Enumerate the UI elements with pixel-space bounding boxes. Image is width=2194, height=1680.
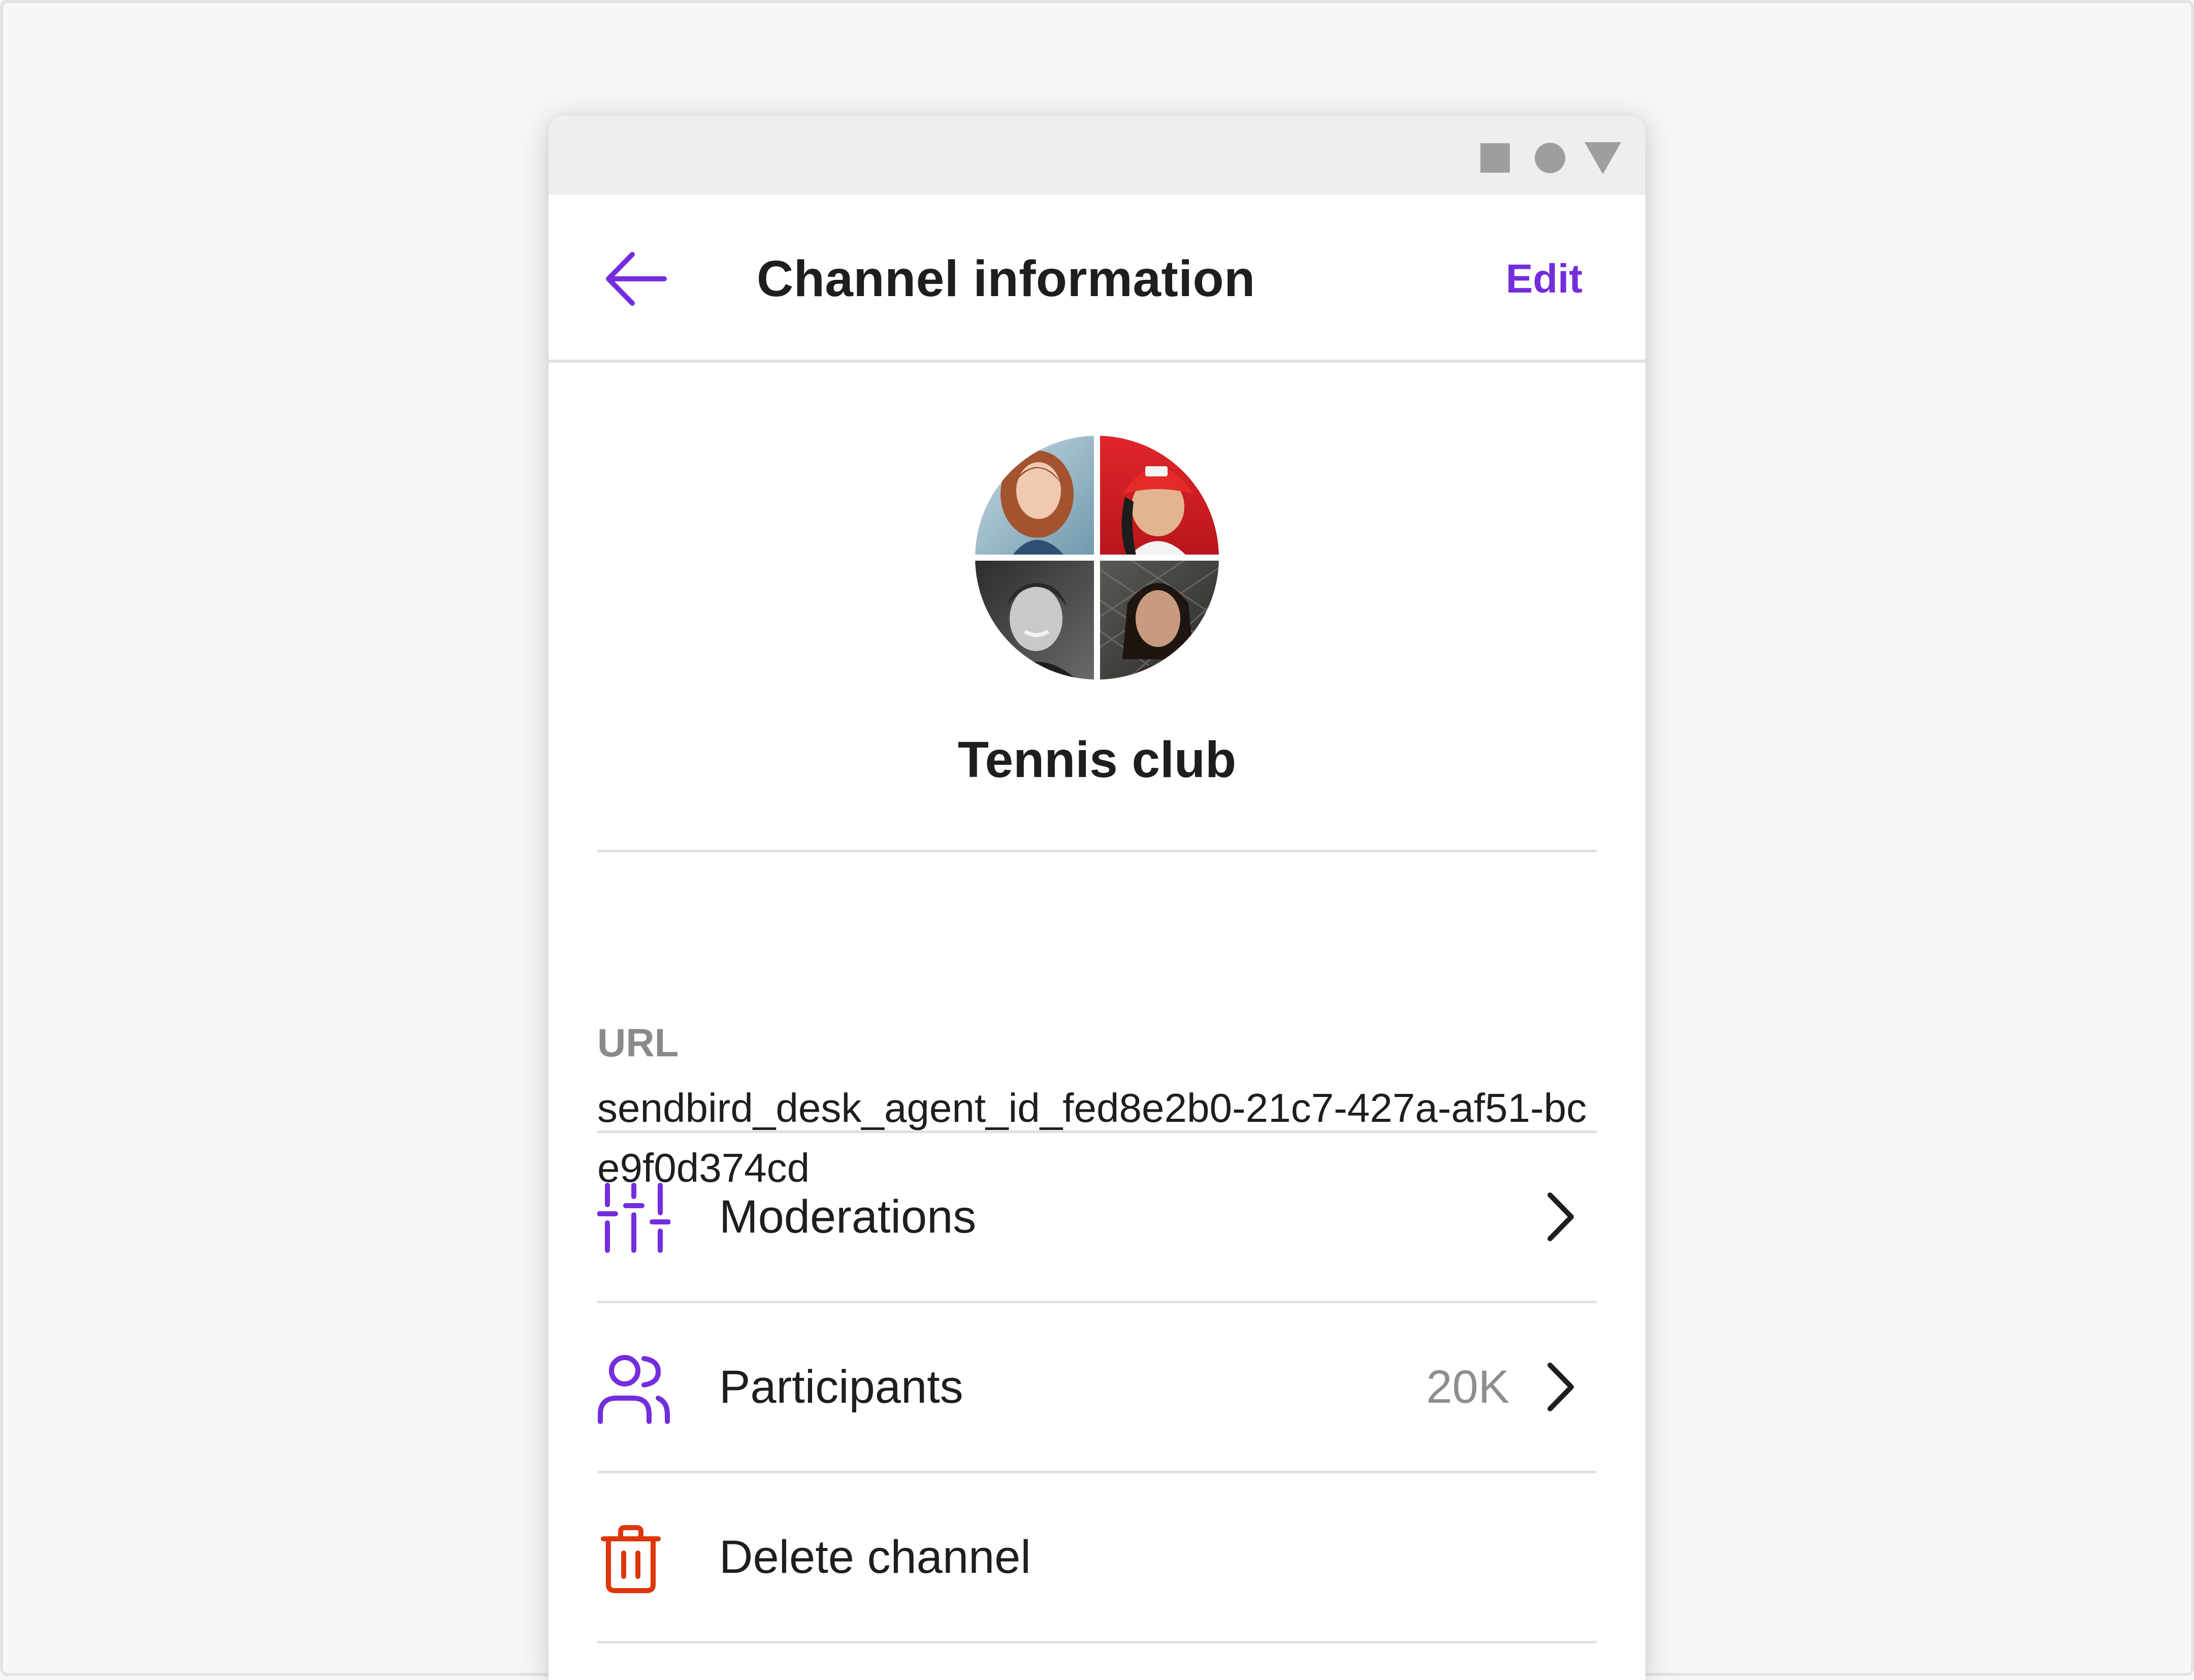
edit-button[interactable]: Edit [1506, 243, 1583, 314]
page-title: Channel information [757, 250, 1255, 307]
triangle-icon [1585, 142, 1621, 174]
menu-item-label: Participants [719, 1361, 963, 1413]
menu-item-label: Moderations [719, 1191, 977, 1243]
avatar-photo-1 [975, 436, 1097, 558]
chevron-right-icon [1531, 1359, 1587, 1415]
divider [597, 850, 1597, 852]
url-label: URL [597, 1020, 679, 1065]
app-header: Channel information Edit [548, 195, 1646, 363]
menu-item-moderations[interactable]: Moderations [597, 1133, 1597, 1301]
users-icon [597, 1351, 670, 1425]
phone-screen: Channel information Edit Tennis club URL… [548, 116, 1646, 1680]
circle-icon [1535, 143, 1565, 173]
chevron-right-icon [1531, 1189, 1587, 1245]
avatar-photo-2 [1097, 436, 1219, 558]
avatar-photo-4 [1096, 557, 1219, 680]
trash-icon [597, 1522, 670, 1595]
channel-name: Tennis club [957, 731, 1237, 788]
back-button[interactable] [599, 243, 670, 314]
channel-avatar [975, 436, 1219, 680]
menu-item-participants[interactable]: Participants 20K [597, 1303, 1597, 1471]
menu-item-delete-channel[interactable]: Delete channel [597, 1473, 1597, 1641]
avatar-photo-3 [975, 558, 1097, 680]
square-icon [1480, 143, 1510, 173]
divider [597, 1641, 1597, 1643]
status-bar [548, 116, 1646, 195]
status-icons [1480, 142, 1621, 174]
sliders-icon [597, 1181, 671, 1254]
arrow-left-icon [606, 252, 667, 306]
menu-item-label: Delete channel [719, 1531, 1031, 1583]
participants-count: 20K [1426, 1361, 1509, 1413]
